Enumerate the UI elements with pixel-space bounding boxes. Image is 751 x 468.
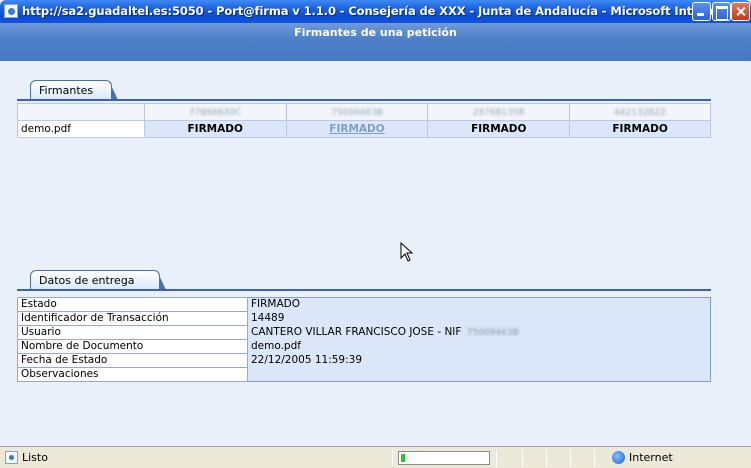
tab-firmantes[interactable]: Firmantes bbox=[30, 80, 118, 100]
tab-datos-entrega[interactable]: Datos de entrega bbox=[30, 270, 166, 290]
table-row: demo.pdf FIRMADO FIRMADO FIRMADO FIRMADO bbox=[17, 120, 711, 138]
header-cell-empty bbox=[17, 103, 145, 121]
masked-nif: 75009463B bbox=[466, 327, 519, 338]
user-name: CANTERO VILLAR FRANCISCO JOSE - NIF bbox=[251, 325, 462, 338]
field-value: 14489 bbox=[251, 312, 285, 324]
status-separator bbox=[570, 450, 571, 466]
signer-header: 75009463B bbox=[285, 103, 429, 121]
tab-datos-entrega-label: Datos de entrega bbox=[39, 274, 135, 287]
field-value: demo.pdf bbox=[251, 340, 301, 352]
progress-fill bbox=[401, 454, 405, 462]
window-title-bar[interactable]: http://sa2.guadaltel.es:5050 - Port@firm… bbox=[0, 0, 751, 23]
field-value: CANTERO VILLAR FRANCISCO JOSE - NIF 7500… bbox=[248, 326, 711, 340]
close-button[interactable] bbox=[731, 2, 750, 21]
field-value bbox=[248, 368, 711, 382]
progress-bar bbox=[398, 451, 490, 465]
field-row-usuario: Usuario CANTERO VILLAR FRANCISCO JOSE - … bbox=[17, 325, 711, 340]
signature-status: FIRMADO bbox=[569, 120, 711, 138]
status-separator bbox=[522, 450, 523, 466]
page-header: Firmantes de una petición bbox=[0, 23, 751, 61]
tab-divider bbox=[17, 99, 711, 101]
field-value: 22/12/2005 11:59:39 bbox=[251, 354, 363, 366]
status-separator bbox=[496, 450, 497, 466]
status-text: Listo bbox=[22, 451, 48, 464]
page-title: Firmantes de una petición bbox=[294, 26, 457, 39]
field-label: Identificador de Transacción bbox=[17, 311, 248, 326]
signature-status: FIRMADO bbox=[427, 120, 571, 138]
field-row-estado: Estado FIRMADO bbox=[17, 297, 711, 312]
field-label: Fecha de Estado bbox=[17, 353, 248, 368]
maximize-button[interactable] bbox=[712, 2, 731, 21]
status-separator bbox=[546, 450, 547, 466]
signature-status-link[interactable]: FIRMADO bbox=[285, 120, 429, 138]
security-zone: Internet bbox=[629, 451, 673, 464]
datos-entrega-table: Estado FIRMADO Identificador de Transacc… bbox=[17, 297, 711, 382]
signature-status: FIRMADO bbox=[143, 120, 287, 138]
signer-header: 77866630C bbox=[143, 103, 287, 121]
window-title: http://sa2.guadaltel.es:5050 - Port@firm… bbox=[22, 4, 740, 18]
field-row-fecha: Fecha de Estado 22/12/2005 11:59:39 bbox=[17, 353, 711, 368]
field-row-observaciones: Observaciones bbox=[17, 367, 711, 382]
signers-header-row: 77866630C 75009463B 28768135R 44213282Z bbox=[17, 103, 711, 121]
field-row-documento: Nombre de Documento demo.pdf bbox=[17, 339, 711, 354]
firmantes-table: 77866630C 75009463B 28768135R 44213282Z … bbox=[17, 103, 711, 138]
field-label: Observaciones bbox=[17, 367, 248, 382]
globe-icon bbox=[612, 451, 625, 464]
status-bar: Listo Internet bbox=[0, 446, 751, 468]
content-area: Firmantes 77866630C 75009463B 28768135R … bbox=[0, 61, 751, 446]
status-separator bbox=[594, 450, 595, 466]
field-label: Usuario bbox=[17, 325, 248, 340]
signer-header: 28768135R bbox=[427, 103, 571, 121]
status-separator bbox=[392, 450, 393, 466]
document-name: demo.pdf bbox=[17, 120, 145, 138]
field-value: FIRMADO bbox=[251, 298, 301, 311]
tab-divider bbox=[17, 289, 711, 291]
signer-header: 44213282Z bbox=[569, 103, 711, 121]
field-label: Estado bbox=[17, 297, 248, 312]
page-done-icon bbox=[5, 451, 18, 464]
tab-firmantes-label: Firmantes bbox=[39, 84, 94, 97]
mouse-pointer-icon bbox=[400, 242, 414, 262]
ie-page-icon bbox=[4, 4, 18, 18]
field-label: Nombre de Documento bbox=[17, 339, 248, 354]
minimize-button[interactable] bbox=[692, 2, 711, 21]
field-row-transaccion: Identificador de Transacción 14489 bbox=[17, 311, 711, 326]
